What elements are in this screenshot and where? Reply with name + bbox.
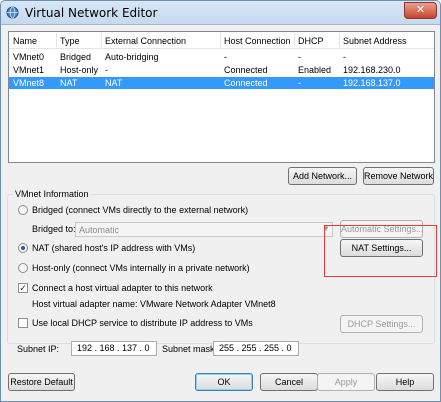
connect-adapter-label[interactable]: Connect a host virtual adapter to this n… [32,283,213,293]
bridged-to-label: Bridged to: [32,224,76,234]
cell-subnet: 192.168.230.0 [343,65,401,75]
cell-external: - [105,65,108,75]
cell-external: NAT [105,78,123,88]
cell-dhcp: - [298,52,301,62]
cell-type: Bridged [60,52,92,62]
add-network-button[interactable]: Add Network... [288,167,357,185]
host-only-radio[interactable] [18,263,28,273]
host-only-label[interactable]: Host-only (connect VMs internally in a p… [32,263,250,273]
title-bar[interactable]: Virtual Network Editor ✕ [1,1,440,25]
subnet-ip-label: Subnet IP: [17,344,60,354]
cell-host: Connected [224,78,268,88]
column-header-dhcp[interactable]: DHCP [298,36,324,46]
column-divider[interactable] [294,33,295,47]
cell-name: VMnet0 [13,52,45,62]
close-icon: ✕ [415,4,426,16]
table-row[interactable]: VMnet1 Host-only - Connected Enabled 192… [9,64,434,76]
cell-host: - [224,52,227,62]
column-header-type[interactable]: Type [60,36,80,46]
table-header: Name Type External Connection Host Conne… [9,32,434,49]
cell-subnet: - [343,52,346,62]
cell-name: VMnet8 [13,78,45,88]
network-table[interactable]: Name Type External Connection Host Conne… [8,31,435,163]
help-button[interactable]: Help [376,373,434,391]
cell-name: VMnet1 [13,65,45,75]
subnet-mask-label: Subnet mask: [162,344,218,354]
table-row[interactable]: VMnet0 Bridged Auto-bridging - - - [9,51,434,63]
column-divider[interactable] [220,33,221,47]
bridged-label[interactable]: Bridged (connect VMs directly to the ext… [32,205,248,215]
cell-dhcp: - [298,78,301,88]
window-title: Virtual Network Editor [25,6,158,20]
remove-network-button[interactable]: Remove Network [363,167,434,185]
column-divider[interactable] [101,33,102,47]
cell-subnet: 192.168.137.0 [343,78,401,88]
column-header-subnet-address[interactable]: Subnet Address [343,36,407,46]
column-header-external-connection[interactable]: External Connection [105,36,186,46]
cell-host: Connected [224,65,268,75]
use-dhcp-checkbox[interactable] [18,318,28,328]
column-divider[interactable] [56,33,57,47]
connect-adapter-checkbox[interactable]: ✓ [18,283,28,293]
globe-network-icon [6,6,19,19]
close-button[interactable]: ✕ [404,2,437,19]
column-header-name[interactable]: Name [13,36,37,46]
cell-dhcp: Enabled [298,65,332,75]
adapter-name-text: Host virtual adapter name: VMware Networ… [32,299,276,309]
annotation-highlight-box [324,225,437,277]
nat-label[interactable]: NAT (shared host's IP address with VMs) [32,243,195,253]
cell-external: Auto-bridging [105,52,159,62]
virtual-network-editor-window: Virtual Network Editor ✕ Name Type Exter… [0,0,441,402]
vmnet-information-title: VMnet Information [13,189,91,199]
cancel-button[interactable]: Cancel [260,373,318,391]
restore-default-button[interactable]: Restore Default [8,373,75,391]
table-row-selected[interactable]: VMnet8 NAT NAT Connected - 192.168.137.0 [9,77,434,89]
bridged-to-value: Automatic [79,225,120,235]
subnet-mask-input[interactable]: 255 . 255 . 255 . 0 [213,341,299,356]
bridged-radio[interactable] [18,205,28,215]
bridged-to-select[interactable]: Automatic ▼ [75,222,333,237]
cell-type: Host-only [60,65,99,75]
subnet-ip-input[interactable]: 192 . 168 . 137 . 0 [71,341,157,356]
ok-button[interactable]: OK [195,373,253,391]
column-header-host-connection[interactable]: Host Connection [224,36,291,46]
column-divider[interactable] [339,33,340,47]
nat-radio[interactable] [18,243,28,253]
use-dhcp-label[interactable]: Use local DHCP service to distribute IP … [32,318,253,328]
cell-type: NAT [60,78,78,88]
dhcp-settings-button[interactable]: DHCP Settings... [340,315,423,333]
apply-button[interactable]: Apply [317,373,375,391]
